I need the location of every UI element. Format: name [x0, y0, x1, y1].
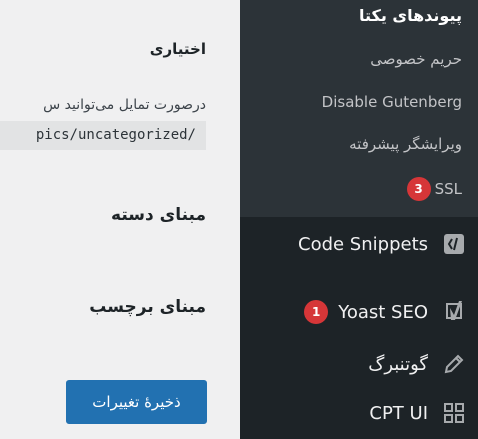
example-path-code: pics/uncategorized/ [0, 121, 206, 150]
tag-base-label: مبنای برچسب [89, 297, 206, 317]
submenu-item-advanced-editor[interactable]: ویرایشگر پیشرفته [349, 135, 462, 153]
yoast-icon [442, 300, 466, 324]
menu-item-gutenberg-label: گوتنبرگ [368, 353, 428, 375]
ssl-notification-badge: 3 [406, 177, 431, 201]
optional-label: اختیاری [149, 40, 206, 58]
menu-item-code-snippets[interactable]: Code Snippets [240, 224, 478, 264]
submenu-item-disable-gutenberg[interactable]: Disable Gutenberg [322, 93, 462, 111]
settings-submenu: پیوندهای یکتا حریم خصوصی Disable Gutenbe… [240, 0, 478, 217]
description-text: درصورت تمایل می‌توانید س [43, 97, 206, 113]
admin-sidebar: پیوندهای یکتا حریم خصوصی Disable Gutenbe… [240, 0, 478, 439]
code-snippets-icon [442, 232, 466, 256]
category-base-label: مبنای دسته [111, 205, 206, 225]
menu-item-code-snippets-label: Code Snippets [298, 233, 428, 255]
submenu-item-ssl[interactable]: 3 SSL [406, 177, 462, 201]
submenu-item-permalinks[interactable]: پیوندهای یکتا [359, 6, 462, 25]
submenu-item-privacy[interactable]: حریم خصوصی [370, 50, 462, 68]
yoast-notification-badge: 1 [304, 300, 329, 324]
grid-icon [442, 401, 466, 425]
save-changes-button[interactable]: ذخیرهٔ تغییرات [66, 380, 207, 424]
menu-item-yoast-seo-label: Yoast SEO [338, 301, 428, 323]
settings-content: اختیاری درصورت تمایل می‌توانید س pics/un… [0, 0, 240, 439]
pencil-icon [442, 352, 466, 376]
menu-item-yoast-seo[interactable]: 1 Yoast SEO [240, 292, 478, 332]
menu-item-cpt-ui-label: CPT UI [369, 402, 428, 424]
menu-item-cpt-ui[interactable]: CPT UI [240, 393, 478, 433]
menu-item-gutenberg[interactable]: گوتنبرگ [240, 344, 478, 384]
submenu-item-ssl-label: SSL [434, 180, 462, 198]
